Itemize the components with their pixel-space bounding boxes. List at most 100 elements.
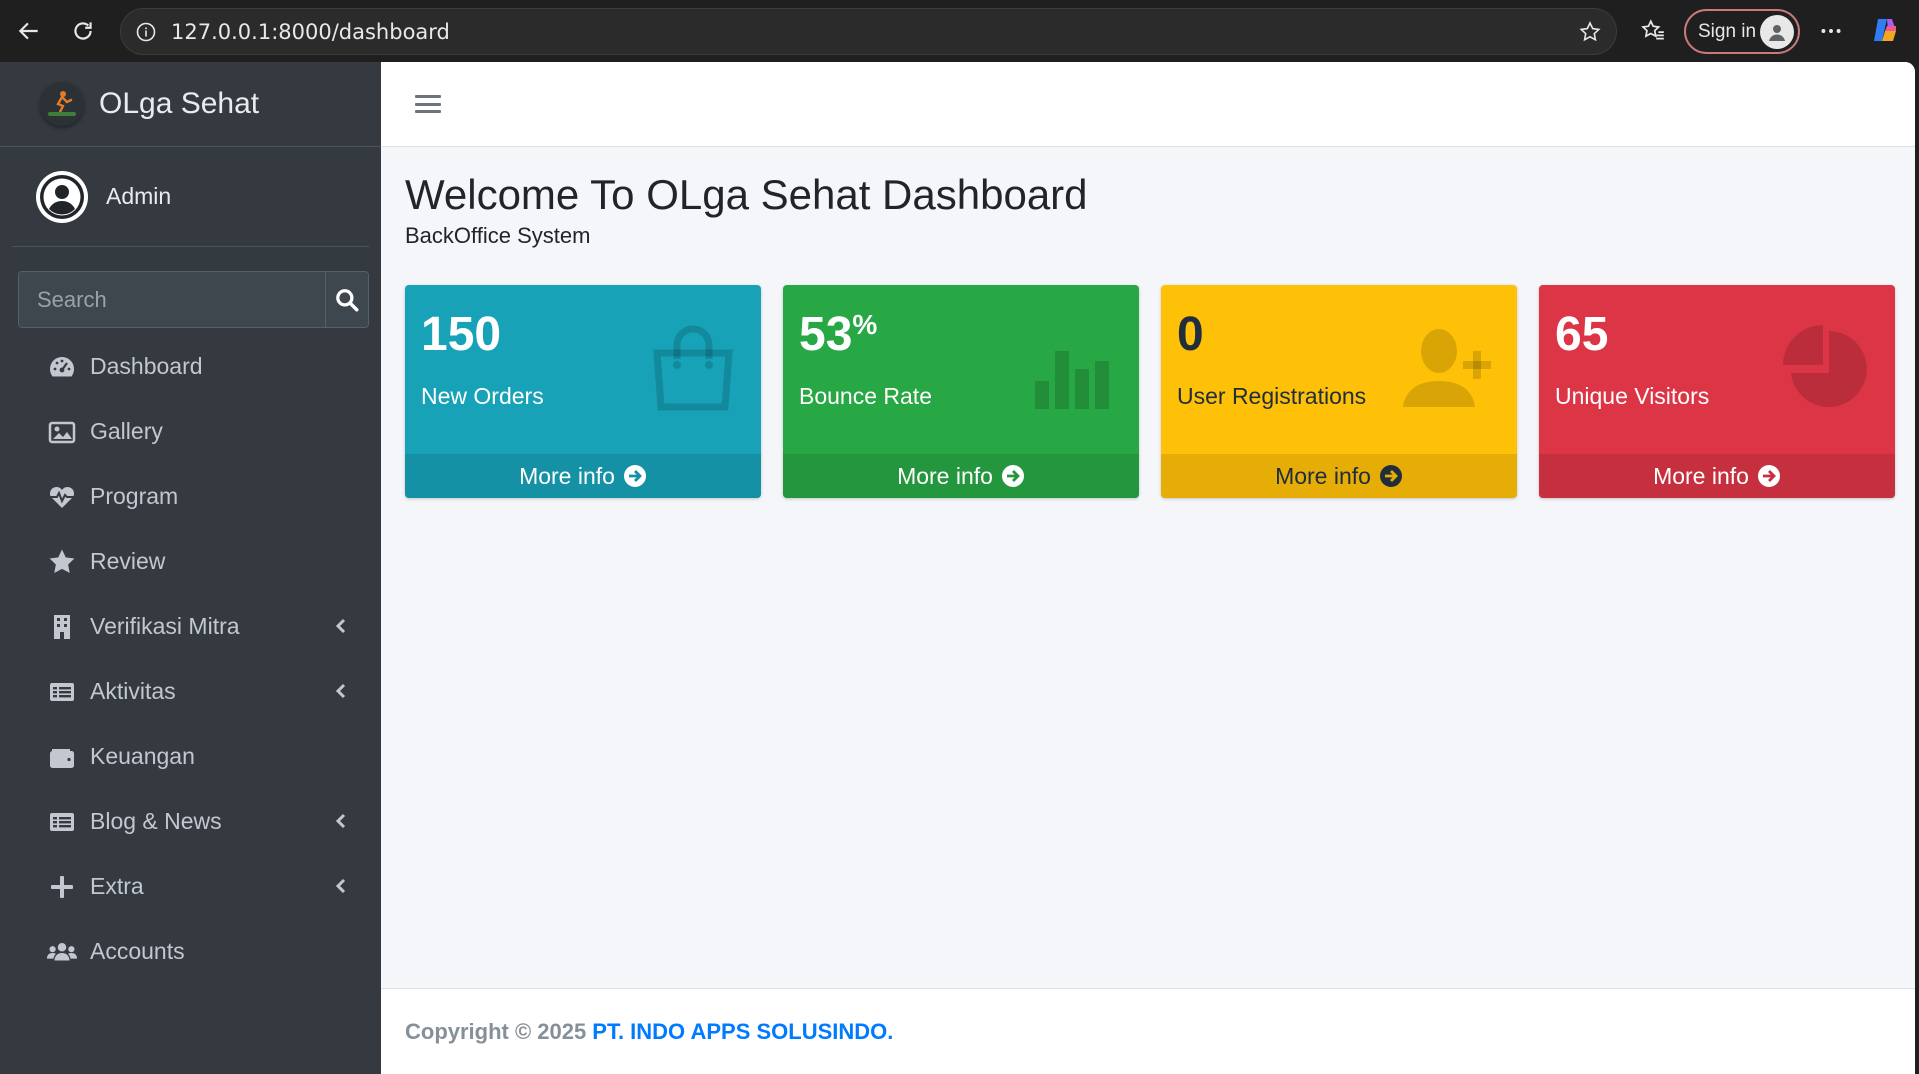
reload-icon: [74, 22, 92, 40]
sidebar-item-dashboard[interactable]: Dashboard: [0, 334, 381, 399]
brand-text: OLga Sehat: [99, 87, 260, 120]
sidebar-menu: Dashboard Gallery Program Review Verifik…: [0, 334, 381, 984]
copyright-text: Copyright © 2025: [405, 1018, 587, 1044]
sidebar-item-accounts[interactable]: Accounts: [0, 919, 381, 984]
arrow-circle-right-icon: [1379, 464, 1403, 488]
search-icon: [336, 288, 359, 311]
search-input[interactable]: [19, 272, 325, 327]
sidebar-item-program[interactable]: Program: [0, 464, 381, 529]
more-info-link[interactable]: More info: [1539, 454, 1895, 498]
stat-label: New Orders: [421, 383, 544, 409]
ellipsis-icon: [1821, 29, 1841, 33]
page-header: Welcome To OLga Sehat Dashboard BackOffi…: [381, 147, 1915, 249]
search-button[interactable]: [325, 272, 368, 327]
wallet-icon: [46, 741, 78, 773]
profile-icon: [1760, 15, 1794, 49]
arrow-left-icon: [18, 22, 38, 40]
more-info-label: More info: [1275, 462, 1371, 489]
user-panel[interactable]: Admin: [12, 147, 369, 247]
users-icon: [46, 936, 78, 968]
sidebar-item-label: Extra: [90, 873, 144, 899]
page-title: Welcome To OLga Sehat Dashboard: [405, 171, 1088, 218]
sidebar-item-verifikasi-mitra[interactable]: Verifikasi Mitra: [0, 594, 381, 659]
stat-value: 65: [1555, 308, 1609, 361]
sidebar-item-label: Program: [90, 483, 179, 509]
pie-chart-icon: [1783, 325, 1867, 407]
more-menu-button[interactable]: [1814, 14, 1848, 48]
sign-in-button[interactable]: Sign in: [1684, 9, 1800, 54]
top-navbar: [381, 62, 1915, 147]
user-avatar: [36, 170, 88, 223]
bar-chart-icon: [1035, 351, 1109, 409]
more-info-label: More info: [519, 462, 615, 489]
sidebar: OLga Sehat Admin Dashboard: [0, 62, 381, 1074]
reload-button[interactable]: [66, 14, 100, 48]
user-plus-icon: [1403, 329, 1491, 407]
browser-toolbar: 127.0.0.1:8000/dashboard Sign in: [0, 0, 1919, 62]
user-name[interactable]: Admin: [106, 183, 171, 210]
url-text[interactable]: 127.0.0.1:8000/dashboard: [171, 20, 450, 44]
newspaper-icon: [46, 806, 78, 838]
sidebar-item-blog-news[interactable]: Blog & News: [0, 789, 381, 854]
sidebar-item-label: Blog & News: [90, 808, 222, 834]
info-icon[interactable]: [135, 21, 157, 43]
back-button[interactable]: [12, 14, 46, 48]
stat-label: Unique Visitors: [1555, 383, 1710, 409]
more-info-link[interactable]: More info: [783, 454, 1139, 498]
company-link[interactable]: PT. INDO APPS SOLUSINDO.: [592, 1019, 893, 1045]
brand-logo: [40, 82, 84, 126]
more-info-link[interactable]: More info: [1161, 454, 1517, 498]
copilot-button[interactable]: [1868, 14, 1902, 48]
plus-icon: [46, 871, 78, 903]
address-bar[interactable]: 127.0.0.1:8000/dashboard: [120, 8, 1617, 55]
bookmark-star-icon[interactable]: [1578, 20, 1602, 49]
copilot-icon: [1874, 19, 1896, 41]
stat-value: 53%: [799, 308, 878, 361]
page-subtitle: BackOffice System: [405, 223, 591, 248]
main-content: Welcome To OLga Sehat Dashboard BackOffi…: [381, 62, 1915, 1074]
stat-card-user-registrations: 0 User Registrations More info: [1161, 285, 1517, 498]
favorites-icon: [1641, 19, 1664, 40]
sidebar-search: [18, 271, 369, 328]
page-footer: Copyright © 2025 PT. INDO APPS SOLUSINDO…: [381, 988, 1915, 1074]
chevron-left-icon: [331, 811, 351, 831]
sidebar-item-label: Aktivitas: [90, 678, 176, 704]
chevron-left-icon: [331, 616, 351, 636]
stat-label: Bounce Rate: [799, 383, 932, 409]
sidebar-item-label: Keuangan: [90, 743, 195, 769]
sidebar-item-label: Review: [90, 548, 166, 574]
more-info-label: More info: [1653, 462, 1749, 489]
stat-value: 150: [421, 308, 502, 361]
shopping-bag-icon: [653, 325, 733, 411]
stat-label: User Registrations: [1177, 383, 1367, 409]
sidebar-item-review[interactable]: Review: [0, 529, 381, 594]
brand-link[interactable]: OLga Sehat: [0, 62, 381, 147]
sidebar-toggle-button[interactable]: [415, 92, 441, 116]
arrow-circle-right-icon: [1001, 464, 1025, 488]
sidebar-item-label: Gallery: [90, 418, 163, 444]
star-icon: [46, 546, 78, 578]
sidebar-item-label: Accounts: [90, 938, 185, 964]
stat-card-unique-visitors: 65 Unique Visitors More info: [1539, 285, 1895, 498]
arrow-circle-right-icon: [623, 464, 647, 488]
arrow-circle-right-icon: [1757, 464, 1781, 488]
list-icon: [46, 676, 78, 708]
image-icon: [46, 416, 78, 448]
heartbeat-icon: [46, 481, 78, 513]
sidebar-item-gallery[interactable]: Gallery: [0, 399, 381, 464]
tachometer-icon: [46, 351, 78, 383]
sidebar-item-label: Verifikasi Mitra: [90, 613, 240, 639]
stat-card-new-orders: 150 New Orders More info: [405, 285, 761, 498]
chevron-left-icon: [331, 681, 351, 701]
sidebar-item-extra[interactable]: Extra: [0, 854, 381, 919]
sign-in-label: Sign in: [1698, 20, 1757, 42]
more-info-link[interactable]: More info: [405, 454, 761, 498]
user-circle-icon: [40, 174, 84, 219]
sidebar-item-keuangan[interactable]: Keuangan: [0, 724, 381, 789]
favorites-button[interactable]: [1636, 14, 1670, 48]
stat-card-bounce-rate: 53% Bounce Rate More info: [783, 285, 1139, 498]
building-icon: [46, 611, 78, 643]
more-info-label: More info: [897, 462, 993, 489]
stat-value: 0: [1177, 308, 1204, 361]
sidebar-item-aktivitas[interactable]: Aktivitas: [0, 659, 381, 724]
